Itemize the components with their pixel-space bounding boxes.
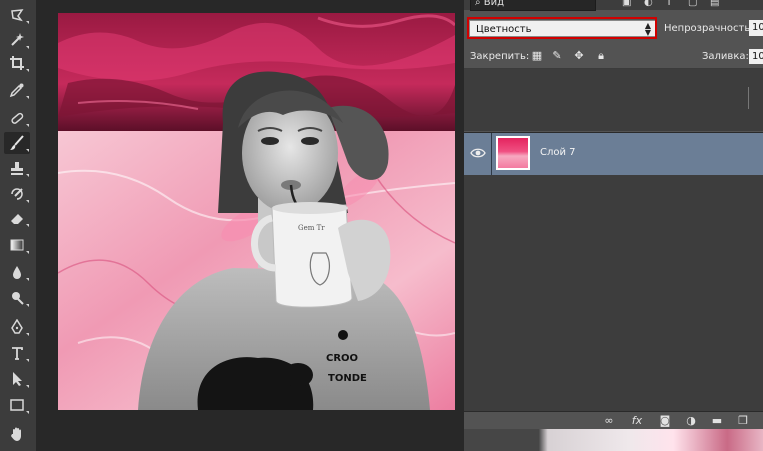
rectangle-icon[interactable] bbox=[4, 394, 30, 416]
magic-wand-icon[interactable] bbox=[4, 29, 30, 51]
smart-object-filter-icon[interactable]: ▤ bbox=[710, 0, 719, 8]
lock-all-icon[interactable]: 🔒︎ bbox=[595, 50, 607, 62]
opacity-label: Непрозрачность: bbox=[664, 23, 754, 34]
blur-icon[interactable] bbox=[4, 261, 30, 283]
fill-input[interactable]: 10 bbox=[749, 49, 763, 64]
divider bbox=[491, 133, 492, 175]
eraser-icon[interactable] bbox=[4, 207, 30, 229]
blend-mode-highlight bbox=[467, 17, 657, 39]
layers-panel: ⌕ Вид ▣ ◐ T ▢ ▤ Цветность ▲ ▼ Непрозрачно… bbox=[464, 0, 763, 451]
lock-transparent-icon[interactable]: ▦ bbox=[531, 50, 543, 62]
layer-name[interactable]: Слой 7 bbox=[540, 147, 576, 158]
dodge-icon[interactable] bbox=[4, 287, 30, 309]
path-selection-icon[interactable] bbox=[4, 368, 30, 390]
history-brush-icon[interactable] bbox=[4, 183, 30, 205]
opacity-input[interactable]: 10 bbox=[749, 20, 763, 36]
scrollbar[interactable] bbox=[748, 87, 749, 109]
adjustment-icon[interactable]: ◑ bbox=[684, 415, 698, 427]
panel-header: ⌕ Вид ▣ ◐ T ▢ ▤ bbox=[464, 0, 763, 11]
eye-icon[interactable] bbox=[470, 146, 486, 160]
tools-panel bbox=[0, 0, 37, 451]
lock-position-icon[interactable]: ✥ bbox=[573, 50, 585, 62]
brush-icon[interactable] bbox=[4, 132, 30, 154]
folder-icon[interactable]: ▬ bbox=[710, 415, 724, 427]
layers-list-empty bbox=[464, 175, 763, 411]
shirt-text-1: CROO bbox=[326, 353, 358, 364]
search-icon: ⌕ bbox=[475, 0, 481, 8]
layer-row[interactable]: Слой 7 bbox=[464, 132, 763, 176]
panel-footer: ∞ fx ◙ ◑ ▬ ❐ bbox=[464, 411, 763, 430]
type-filter-icon[interactable]: T bbox=[666, 0, 672, 8]
healing-icon[interactable] bbox=[4, 107, 30, 129]
shirt-text-2: TONDE bbox=[328, 373, 367, 384]
lock-row: Закрепить: ▦ ✎ ✥ 🔒︎ Заливка: 10 bbox=[464, 46, 763, 69]
blend-mode-row: Цветность ▲ ▼ Непрозрачность: 10 bbox=[464, 14, 763, 42]
link-icon[interactable]: ∞ bbox=[602, 415, 616, 427]
lasso-icon[interactable] bbox=[4, 4, 30, 26]
canvas-area: Gem Tr CROO TONDE bbox=[36, 0, 464, 451]
fill-label: Заливка: bbox=[702, 51, 749, 62]
type-icon[interactable] bbox=[4, 342, 30, 364]
pen-icon[interactable] bbox=[4, 316, 30, 338]
layer-thumbnail[interactable] bbox=[496, 136, 530, 170]
adjustment-filter-icon[interactable]: ◐ bbox=[644, 0, 653, 8]
lock-pixels-icon[interactable]: ✎ bbox=[551, 50, 563, 62]
fx-icon[interactable]: fx bbox=[630, 415, 644, 427]
layers-list-top bbox=[464, 69, 763, 131]
lock-label: Закрепить: bbox=[470, 51, 530, 62]
mug-text: Gem Tr bbox=[298, 224, 325, 232]
stamp-icon[interactable] bbox=[4, 157, 30, 179]
document-canvas[interactable]: Gem Tr CROO TONDE bbox=[58, 13, 455, 410]
shape-filter-icon[interactable]: ▢ bbox=[688, 0, 697, 8]
crop-icon[interactable] bbox=[4, 52, 30, 74]
artwork: Gem Tr CROO TONDE bbox=[58, 13, 455, 410]
layer-filter-select[interactable]: ⌕ Вид bbox=[470, 0, 596, 11]
gradient-icon[interactable] bbox=[4, 234, 30, 256]
mask-icon[interactable]: ◙ bbox=[658, 415, 672, 427]
hand-icon[interactable] bbox=[4, 423, 30, 445]
layer-filter-label: Вид bbox=[483, 0, 505, 8]
new-layer-icon[interactable]: ❐ bbox=[736, 415, 750, 427]
image-filter-icon[interactable]: ▣ bbox=[622, 0, 631, 8]
underlying-window-strip bbox=[464, 429, 763, 451]
eyedropper-icon[interactable] bbox=[4, 79, 30, 101]
